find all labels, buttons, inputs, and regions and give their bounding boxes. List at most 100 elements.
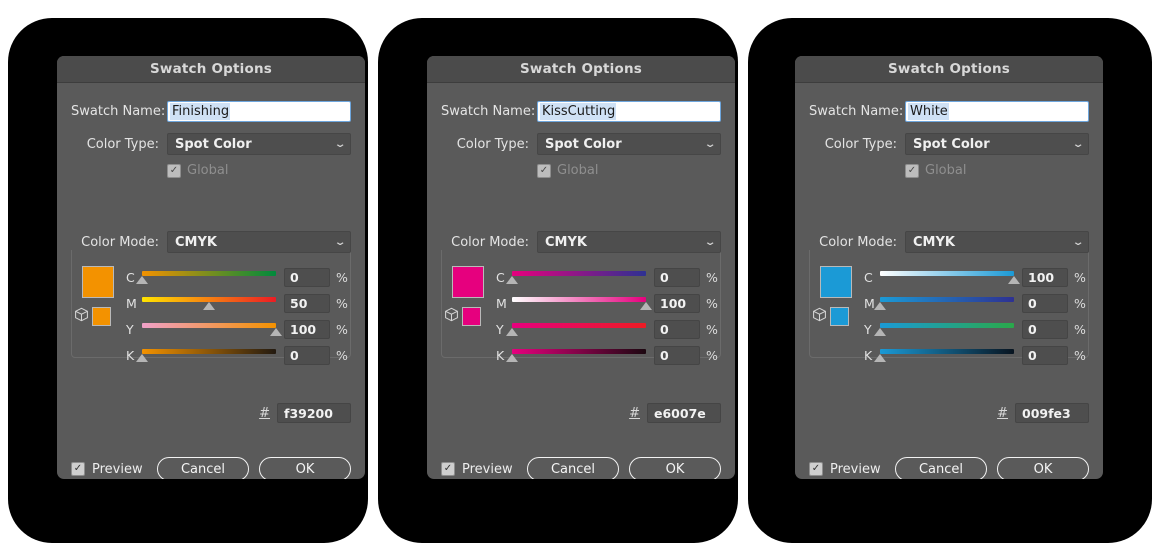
percent-sign: % [1074, 347, 1086, 363]
hash-label: # [997, 405, 1008, 421]
swatch-name-input[interactable]: KissCutting [537, 101, 721, 122]
slider-value-c[interactable]: 0 [284, 267, 330, 287]
slider-gradient-bar [880, 297, 1014, 302]
preview-label: Preview [462, 461, 513, 477]
slider-track-c[interactable] [136, 267, 276, 287]
slider-track-c[interactable] [880, 267, 1020, 287]
color-mode-label: Color Mode: [441, 234, 537, 250]
hex-input[interactable]: f39200 [277, 403, 351, 423]
percent-sign: % [706, 321, 718, 337]
color-mode-select[interactable]: CMYK ⌄ [905, 231, 1089, 253]
slider-value-k[interactable]: 0 [1022, 345, 1068, 365]
hex-input[interactable]: e6007e [647, 403, 721, 423]
percent-sign: % [706, 347, 718, 363]
slider-track-k[interactable] [136, 345, 276, 365]
slider-thumb-c[interactable] [1008, 276, 1020, 284]
slider-value-c[interactable]: 0 [654, 267, 700, 287]
slider-value-y[interactable]: 0 [654, 319, 700, 339]
color-mode-select[interactable]: CMYK ⌄ [167, 231, 351, 253]
slider-row-k[interactable]: K 0% [441, 342, 721, 368]
cancel-button[interactable]: Cancel [527, 457, 619, 479]
slider-thumb-m[interactable] [874, 302, 886, 310]
global-row: ✓ Global [441, 163, 721, 178]
slider-track-k[interactable] [506, 345, 646, 365]
color-type-value: Spot Color [175, 136, 252, 152]
percent-sign: % [1074, 321, 1086, 337]
slider-thumb-y[interactable] [874, 328, 886, 336]
slider-track-k[interactable] [874, 345, 1014, 365]
swatch-preview-small [462, 307, 481, 326]
slider-value-k[interactable]: 0 [654, 345, 700, 365]
slider-track-m[interactable] [142, 293, 276, 313]
check-icon: ✓ [539, 164, 549, 176]
slider-row-k[interactable]: K 0% [809, 342, 1089, 368]
slider-thumb-m[interactable] [203, 302, 215, 310]
slider-thumb-y[interactable] [506, 328, 518, 336]
slider-track-y[interactable] [506, 319, 646, 339]
hex-input[interactable]: 009fe3 [1015, 403, 1089, 423]
color-type-value: Spot Color [913, 136, 990, 152]
cube-icon [444, 307, 459, 326]
dialog-body: Swatch Name: KissCutting Color Type: Spot C… [427, 101, 735, 479]
slider-thumb-k[interactable] [136, 354, 148, 362]
slider-value-y[interactable]: 100 [284, 319, 330, 339]
slider-track-m[interactable] [874, 293, 1014, 313]
slider-channel-label: M [496, 295, 507, 311]
percent-sign: % [1074, 269, 1086, 285]
global-label: Global [187, 163, 229, 178]
swatch-preview-small [830, 307, 849, 326]
slider-value-m[interactable]: 100 [654, 293, 700, 313]
spot-color-indicator [74, 307, 126, 326]
dialog-titlebar: Swatch Options [795, 56, 1103, 83]
slider-row-k[interactable]: K 0% [71, 342, 351, 368]
color-mode-label: Color Mode: [809, 234, 905, 250]
slider-value-m[interactable]: 0 [1022, 293, 1068, 313]
slider-thumb-y[interactable] [270, 328, 282, 336]
color-sliders: C 0% M 50% Y 100% K 0% [71, 264, 351, 368]
check-icon: ✓ [73, 463, 83, 474]
swatch-preview-small [92, 307, 111, 326]
color-type-select[interactable]: Spot Color ⌄ [167, 133, 351, 155]
chevron-down-icon: ⌄ [333, 236, 347, 248]
preview-checkbox[interactable]: ✓ [809, 462, 823, 476]
swatch-name-label: Swatch Name: [441, 104, 536, 119]
cancel-button[interactable]: Cancel [895, 457, 987, 479]
chevron-down-icon: ⌄ [703, 138, 717, 150]
percent-sign: % [336, 347, 348, 363]
swatch-name-label: Swatch Name: [809, 104, 904, 119]
slider-thumb-c[interactable] [506, 276, 518, 284]
slider-value-m[interactable]: 50 [284, 293, 330, 313]
dialog-footer: ✓ Preview Cancel OK [71, 457, 351, 479]
color-type-select[interactable]: Spot Color ⌄ [537, 133, 721, 155]
ok-button[interactable]: OK [629, 457, 721, 479]
cancel-button[interactable]: Cancel [157, 457, 249, 479]
slider-gradient-bar [512, 349, 646, 354]
slider-thumb-k[interactable] [874, 354, 886, 362]
slider-track-m[interactable] [512, 293, 652, 313]
spot-color-indicator [444, 307, 496, 326]
slider-track-c[interactable] [506, 267, 646, 287]
slider-value-k[interactable]: 0 [284, 345, 330, 365]
color-mode-select[interactable]: CMYK ⌄ [537, 231, 721, 253]
preview-checkbox[interactable]: ✓ [71, 462, 85, 476]
preview-checkbox[interactable]: ✓ [441, 462, 455, 476]
slider-gradient-bar [512, 271, 646, 276]
percent-sign: % [336, 321, 348, 337]
chevron-down-icon: ⌄ [333, 138, 347, 150]
ok-button[interactable]: OK [997, 457, 1089, 479]
slider-thumb-c[interactable] [136, 276, 148, 284]
slider-track-y[interactable] [142, 319, 282, 339]
percent-sign: % [336, 295, 348, 311]
slider-value-c[interactable]: 100 [1022, 267, 1068, 287]
color-type-select[interactable]: Spot Color ⌄ [905, 133, 1089, 155]
percent-sign: % [706, 269, 718, 285]
swatch-preview-large [452, 266, 484, 298]
slider-track-y[interactable] [874, 319, 1014, 339]
slider-thumb-m[interactable] [640, 302, 652, 310]
slider-value-y[interactable]: 0 [1022, 319, 1068, 339]
swatch-name-input[interactable]: Finishing [167, 101, 351, 122]
swatch-name-input[interactable]: White [905, 101, 1089, 122]
slider-thumb-k[interactable] [506, 354, 518, 362]
ok-button[interactable]: OK [259, 457, 351, 479]
global-label: Global [925, 163, 967, 178]
